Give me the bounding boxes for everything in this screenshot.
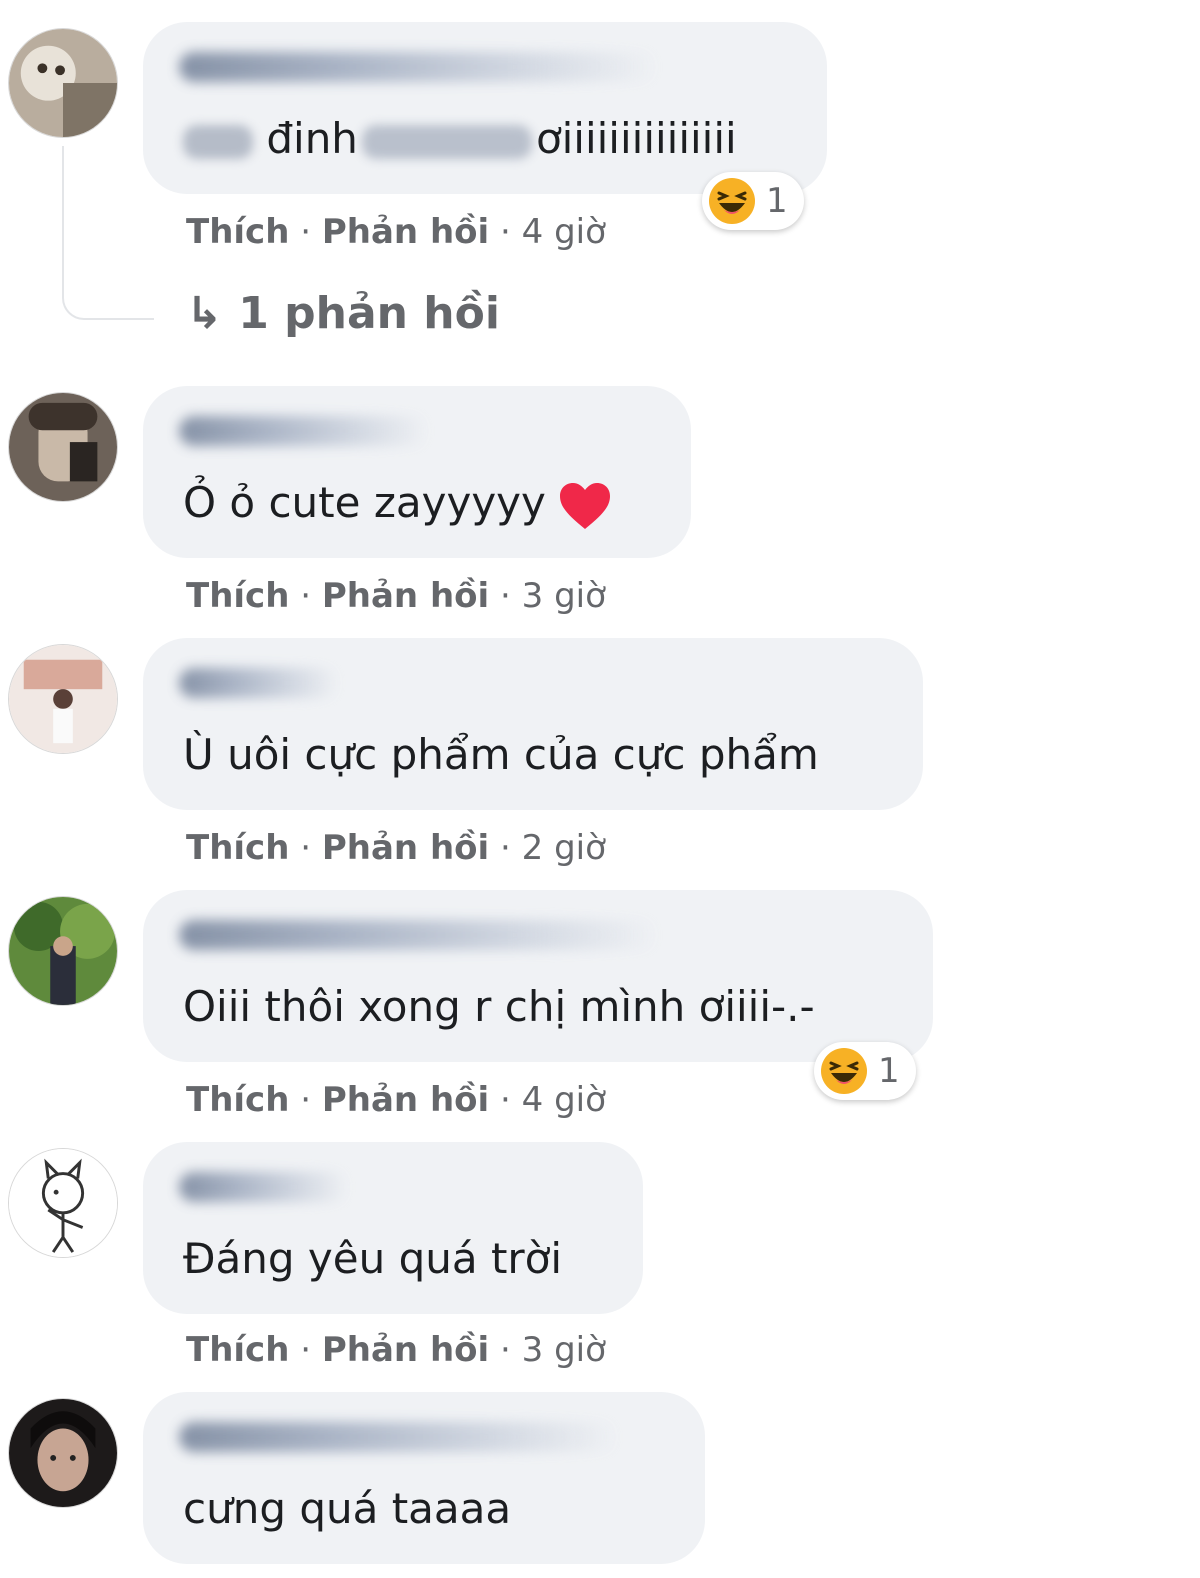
haha-icon	[708, 177, 756, 225]
comment-text: cưng quá taaaa	[183, 1484, 512, 1533]
comment-bubble: đinh ơiiiiiiiiiiiiiii	[143, 22, 827, 194]
like-link[interactable]: Thích	[186, 212, 289, 252]
author-name-blurred[interactable]	[179, 920, 659, 950]
like-link[interactable]: Thích	[186, 576, 289, 616]
timestamp[interactable]: 2 giờ	[522, 828, 606, 868]
comment-actions: Thích · Phản hồi · 2 giờ	[186, 828, 606, 868]
comment-text: Ù uôi cực phẩm của cực phẩm	[183, 730, 819, 779]
like-link[interactable]: Thích	[186, 1080, 289, 1120]
comment-bubble: Ù uôi cực phẩm của cực phẩm	[143, 638, 923, 810]
comment-actions: Thích · Phản hồi · 4 giờ	[186, 1080, 606, 1120]
reply-link[interactable]: Phản hồi	[322, 1330, 489, 1370]
comment-bubble: Đáng yêu quá trời	[143, 1142, 643, 1314]
reaction-count[interactable]: 1	[814, 1042, 916, 1100]
avatar[interactable]	[8, 896, 118, 1006]
comment-actions: Thích · Phản hồi · 4 giờ	[186, 212, 606, 252]
timestamp[interactable]: 3 giờ	[522, 576, 606, 616]
avatar[interactable]	[8, 644, 118, 754]
reply-link[interactable]: Phản hồi	[322, 828, 489, 868]
thread-line	[62, 146, 154, 320]
comment-bubble: Oiii thôi xong r chị mình ơiiii-.-	[143, 890, 933, 1062]
avatar[interactable]	[8, 28, 118, 138]
haha-icon	[820, 1047, 868, 1095]
author-name-blurred[interactable]	[179, 52, 659, 82]
reply-link[interactable]: Phản hồi	[322, 1080, 489, 1120]
comment-text: đinh ơiiiiiiiiiiiiiii	[183, 114, 737, 164]
comment-bubble: cưng quá taaaa	[143, 1392, 705, 1564]
avatar[interactable]	[8, 1398, 118, 1508]
like-link[interactable]: Thích	[186, 1330, 289, 1370]
comment-actions: Thích · Phản hồi · 3 giờ	[186, 1330, 606, 1370]
comment-actions: Thích · Phản hồi · 3 giờ	[186, 576, 606, 616]
author-name-blurred[interactable]	[179, 1172, 349, 1202]
timestamp[interactable]: 3 giờ	[522, 1330, 606, 1370]
view-replies-link[interactable]: ↳ 1 phản hồi	[186, 288, 500, 339]
reply-link[interactable]: Phản hồi	[322, 212, 489, 252]
reply-arrow-icon: ↳	[186, 288, 223, 339]
heart-icon	[559, 482, 610, 529]
comment-text: Đáng yêu quá trời	[183, 1234, 563, 1283]
timestamp[interactable]: 4 giờ	[522, 1080, 606, 1120]
comment-text: Oiii thôi xong r chị mình ơiiii-.-	[183, 982, 815, 1031]
avatar[interactable]	[8, 392, 118, 502]
comment-bubble: Ỏ ỏ cute zayyyyy	[143, 386, 691, 558]
author-name-blurred[interactable]	[179, 1422, 619, 1452]
like-link[interactable]: Thích	[186, 828, 289, 868]
avatar[interactable]	[8, 1148, 118, 1258]
author-name-blurred[interactable]	[179, 416, 429, 446]
comment-text: Ỏ ỏ cute zayyyyy	[183, 478, 612, 531]
reaction-count[interactable]: 1	[702, 172, 804, 230]
reply-link[interactable]: Phản hồi	[322, 576, 489, 616]
author-name-blurred[interactable]	[179, 668, 339, 698]
timestamp[interactable]: 4 giờ	[522, 212, 606, 252]
